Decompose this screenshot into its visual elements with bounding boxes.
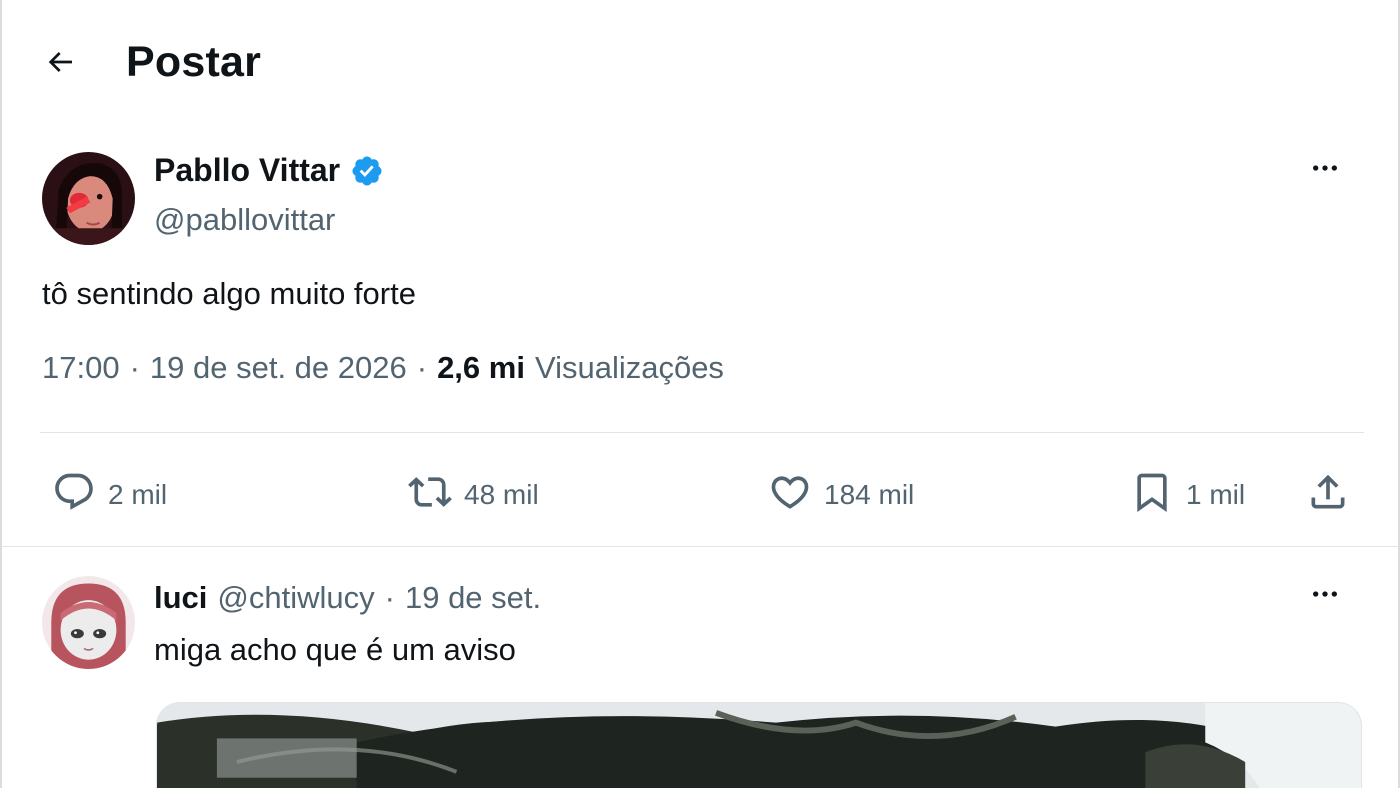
author-name[interactable]: Pabllo Vittar	[154, 152, 340, 189]
more-options-icon	[1309, 578, 1341, 615]
post-date[interactable]: 19 de set. de 2026	[150, 350, 407, 386]
share-button[interactable]	[1306, 470, 1350, 520]
meta-separator: ·	[416, 350, 428, 385]
reply-media-image[interactable]	[156, 702, 1362, 788]
reply-header: luci @chtiwlucy · 19 de set.	[154, 580, 541, 616]
page-title: Postar	[126, 38, 262, 86]
reply-author-avatar[interactable]	[42, 576, 135, 669]
reply-text: miga acho que é um aviso	[154, 632, 516, 667]
page-header: Postar	[2, 0, 1398, 128]
share-icon	[1306, 470, 1350, 521]
reply-icon	[52, 470, 96, 521]
views-label: Visualizações	[534, 350, 724, 385]
reply-author-name[interactable]: luci	[154, 580, 207, 616]
bookmark-button[interactable]: 1 mil	[1130, 470, 1245, 520]
views-count: 2,6 mi	[437, 350, 525, 385]
post-page: Postar Pabllo Vittar @pabllovittar tô se…	[0, 0, 1400, 788]
bookmark-icon	[1130, 470, 1174, 521]
more-options-icon	[1309, 152, 1341, 189]
repost-icon	[408, 470, 452, 521]
verified-badge-icon[interactable]	[350, 154, 384, 188]
back-button[interactable]	[30, 40, 90, 88]
author-name-row: Pabllo Vittar	[154, 152, 384, 189]
post-more-button[interactable]	[1300, 150, 1350, 190]
post-text: tô sentindo algo muito forte	[42, 276, 416, 311]
meta-separator: ·	[129, 350, 140, 385]
post-time[interactable]: 17:00	[42, 350, 120, 386]
bookmark-count: 1 mil	[1186, 479, 1246, 510]
repost-count: 48 mil	[464, 479, 539, 510]
repost-button[interactable]: 48 mil	[408, 470, 539, 520]
post-meta: 17:00 · 19 de set. de 2026 · 2,6 mi Visu…	[42, 350, 724, 386]
reply-date[interactable]: 19 de set.	[405, 580, 541, 616]
post-actions: 2 mil 48 mil 184 mil 1 mil	[2, 470, 1398, 520]
reply-separator: ·	[384, 580, 395, 615]
author-avatar[interactable]	[42, 152, 135, 245]
like-count: 184 mil	[824, 479, 915, 510]
reply-button[interactable]: 2 mil	[52, 470, 167, 520]
reply-count: 2 mil	[108, 479, 168, 510]
reply-more-button[interactable]	[1300, 576, 1350, 616]
author-handle[interactable]: @pabllovittar	[154, 202, 335, 238]
heart-icon	[768, 470, 812, 521]
arrow-left-icon	[44, 46, 76, 83]
reply-author-handle[interactable]: @chtiwlucy	[217, 580, 374, 616]
divider	[40, 432, 1364, 433]
section-divider	[2, 546, 1398, 547]
like-button[interactable]: 184 mil	[768, 470, 914, 520]
